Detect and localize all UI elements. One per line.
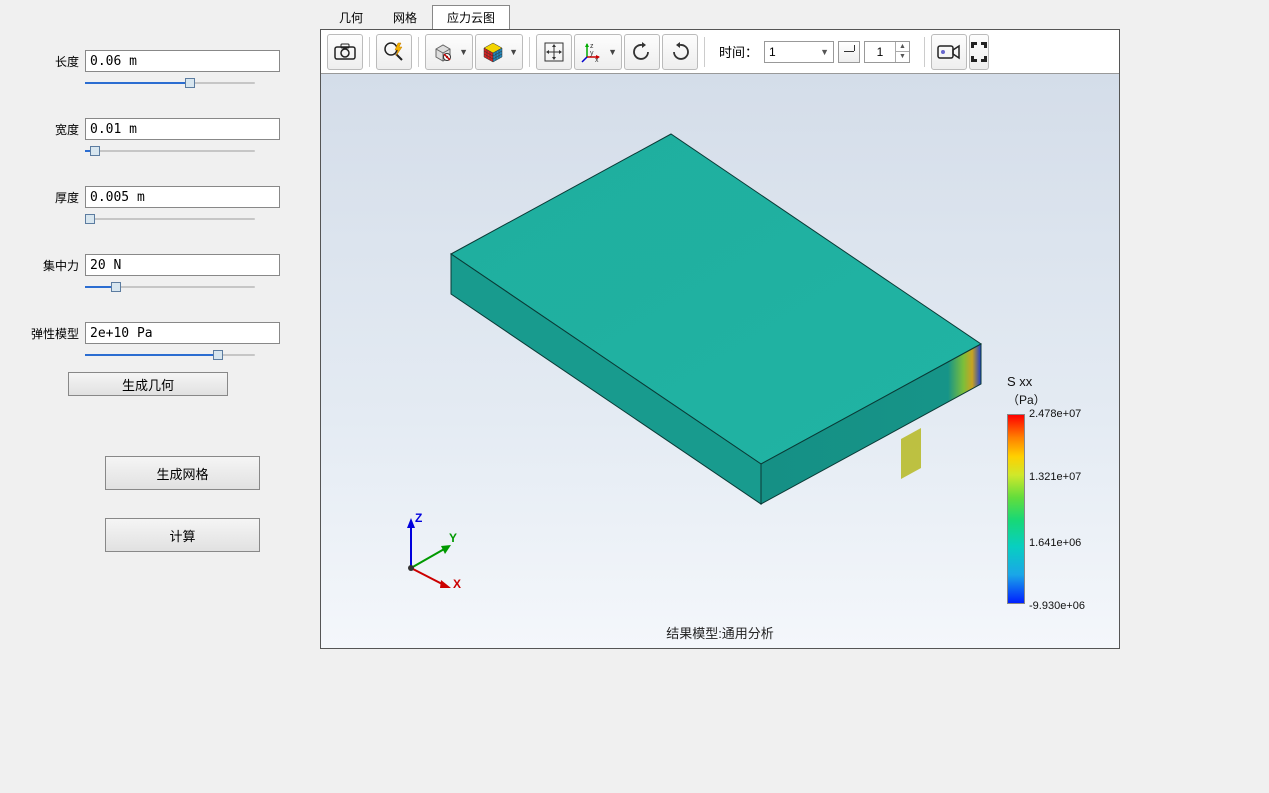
axis-x-label: X	[453, 577, 461, 591]
param-slider-force[interactable]	[85, 280, 255, 294]
record-button[interactable]	[931, 34, 967, 70]
magnifier-flash-icon	[383, 41, 405, 63]
fullscreen-button[interactable]	[969, 34, 989, 70]
viewer-canvas[interactable]: Z Y X S xx （Pa）	[321, 74, 1119, 648]
rubik-cube-icon	[482, 41, 504, 63]
legend-tick: -9.930e+06	[1029, 600, 1085, 612]
chevron-down-icon: ▼	[509, 47, 518, 57]
time-step-spinner[interactable]: 1 ▲ ▼	[864, 41, 910, 63]
rotate-ccw-button[interactable]	[624, 34, 660, 70]
compute-button[interactable]: 计算	[105, 518, 260, 552]
time-step-value: 1	[865, 45, 895, 59]
svg-text:z: z	[590, 43, 594, 50]
param-label-length: 长度	[30, 53, 85, 70]
legend-tick: 1.641e+06	[1029, 537, 1081, 549]
viewer-toolbar: ▼	[321, 30, 1119, 74]
param-input-thickness[interactable]	[85, 186, 280, 208]
cube-eye-icon	[432, 41, 454, 63]
param-label-modulus: 弹性模型	[30, 325, 85, 342]
legend-title: S xx	[1007, 374, 1109, 389]
param-label-thickness: 厚度	[30, 189, 85, 206]
param-label-force: 集中力	[30, 257, 85, 274]
legend-tick: 2.478e+07	[1029, 408, 1081, 420]
fullscreen-icon	[971, 42, 987, 62]
chevron-down-icon: ▼	[820, 47, 829, 57]
param-slider-thickness[interactable]	[85, 212, 255, 226]
time-select[interactable]: 1 ▼	[764, 41, 834, 63]
step-back-icon	[844, 51, 854, 52]
fit-view-button[interactable]	[536, 34, 572, 70]
legend-tick: 1.321e+07	[1029, 471, 1081, 483]
time-select-value: 1	[769, 45, 776, 59]
screenshot-button[interactable]	[327, 34, 363, 70]
tab-mesh[interactable]: 网格	[378, 5, 432, 29]
sidebar: 长度 宽度 厚度	[0, 0, 320, 649]
param-slider-width[interactable]	[85, 144, 255, 158]
chevron-down-icon: ▼	[459, 47, 468, 57]
time-label: 时间：	[719, 42, 758, 61]
param-input-force[interactable]	[85, 254, 280, 276]
param-label-width: 宽度	[30, 121, 85, 138]
param-input-modulus[interactable]	[85, 322, 280, 344]
param-slider-modulus[interactable]	[85, 348, 255, 362]
camera-icon	[334, 43, 356, 61]
viewer-frame: ▼	[320, 29, 1120, 649]
legend-unit: （Pa）	[1007, 391, 1109, 408]
generate-geometry-button[interactable]: 生成几何	[68, 372, 228, 396]
fit-view-icon	[543, 41, 565, 63]
xyz-axes-icon: zyx	[581, 41, 603, 63]
param-input-length[interactable]	[85, 50, 280, 72]
main-content: 几何 网格 应力云图	[320, 0, 1269, 649]
rotate-ccw-icon	[631, 41, 653, 63]
tab-geometry[interactable]: 几何	[324, 5, 378, 29]
axis-z-label: Z	[415, 511, 422, 525]
video-camera-icon	[937, 43, 961, 61]
axis-y-label: Y	[449, 531, 457, 545]
tabs: 几何 网格 应力云图	[320, 5, 1269, 29]
orientation-dropdown[interactable]: zyx ▼	[574, 34, 622, 70]
chevron-down-icon: ▼	[608, 47, 617, 57]
color-legend: S xx （Pa） 2.478e+07 1.321e+07 1.641e+06 …	[1007, 374, 1109, 606]
beam-model	[421, 104, 1021, 524]
svg-text:x: x	[595, 57, 599, 63]
step-back-button[interactable]	[838, 41, 860, 63]
svg-text:y: y	[590, 50, 594, 57]
generate-mesh-button[interactable]: 生成网格	[105, 456, 260, 490]
zoom-flash-button[interactable]	[376, 34, 412, 70]
axis-triad: Z Y X	[391, 508, 471, 588]
viewer-footer-text: 结果模型:通用分析	[321, 623, 1119, 642]
spinner-up-icon[interactable]: ▲	[895, 42, 909, 52]
param-input-width[interactable]	[85, 118, 280, 140]
legend-ticks: 2.478e+07 1.321e+07 1.641e+06 -9.930e+06	[1029, 414, 1109, 606]
render-style-dropdown[interactable]: ▼	[475, 34, 523, 70]
param-slider-length[interactable]	[85, 76, 255, 90]
tab-stress-contour[interactable]: 应力云图	[432, 5, 510, 29]
legend-colorbar	[1007, 414, 1025, 604]
spinner-down-icon[interactable]: ▼	[895, 52, 909, 62]
visibility-dropdown[interactable]: ▼	[425, 34, 473, 70]
rotate-cw-button[interactable]	[662, 34, 698, 70]
rotate-cw-icon	[669, 41, 691, 63]
